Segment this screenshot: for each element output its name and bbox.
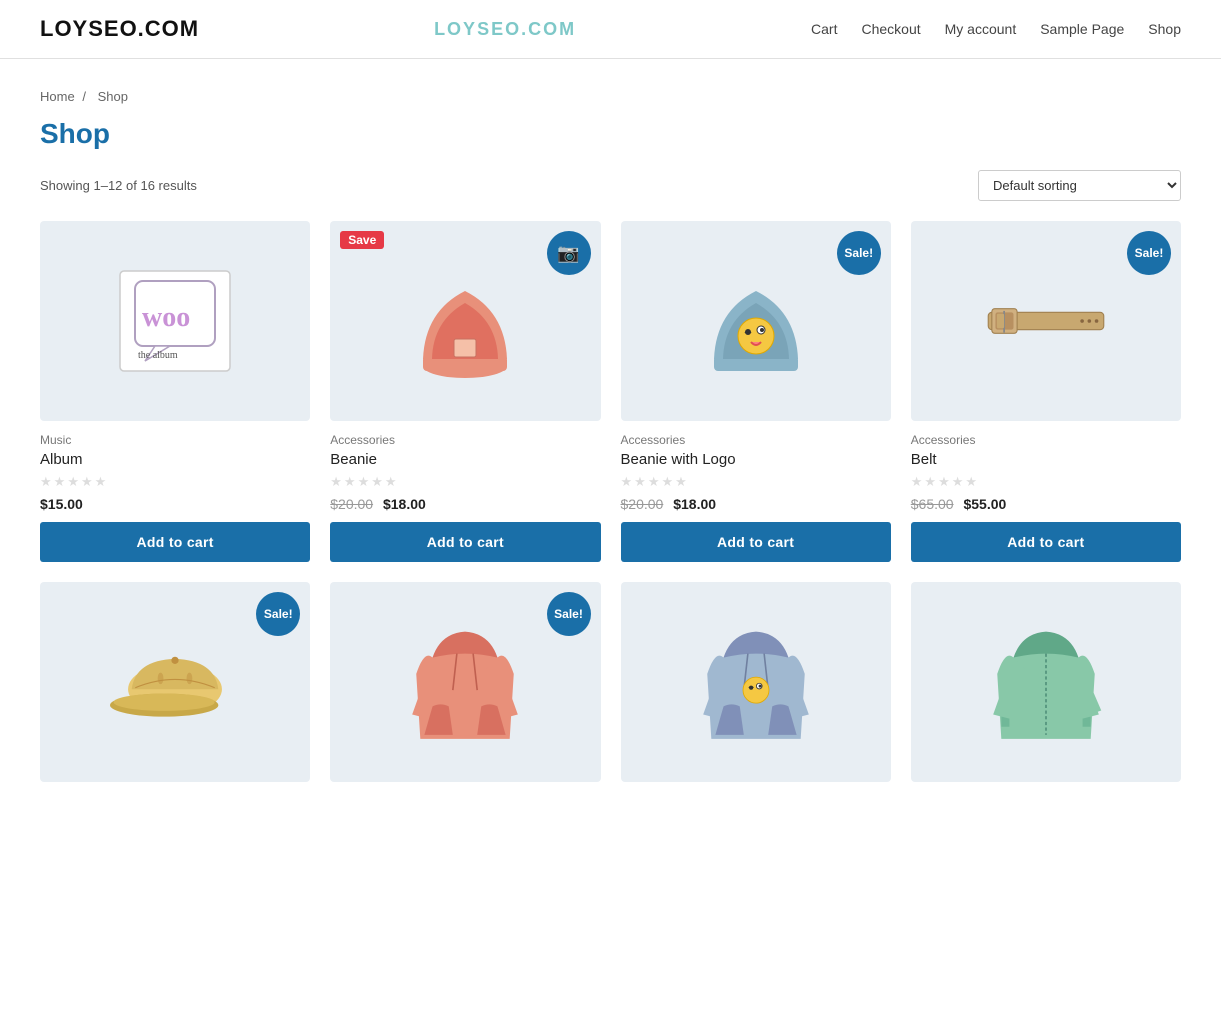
product-card: Save 📷 Accessories Beanie ★★★★★ $20.00 [330,221,600,562]
product-category: Accessories [330,433,600,447]
product-image-cap: Sale! [40,582,310,782]
product-price: $15.00 [40,496,310,512]
star-1: ★ [40,474,52,490]
add-to-cart-button[interactable]: Add to cart [40,522,310,562]
breadcrumb-current: Shop [98,89,128,104]
add-to-cart-button[interactable]: Add to cart [621,522,891,562]
nav-checkout[interactable]: Checkout [861,21,920,37]
product-image-album: woo the album [40,221,310,421]
product-card [911,582,1181,794]
product-grid: woo the album Music Album ★ ★ ★ ★ ★ $15.… [40,221,1181,794]
product-card: Sale! [330,582,600,794]
product-price: $20.00 $18.00 [621,496,891,512]
sale-badge: Sale! [837,231,881,275]
breadcrumb-home[interactable]: Home [40,89,75,104]
product-category: Music [40,433,310,447]
breadcrumb-separator: / [82,89,86,104]
shop-toolbar: Showing 1–12 of 16 results Default sorti… [40,170,1181,201]
nav-cart[interactable]: Cart [811,21,837,37]
sale-badge: Sale! [547,592,591,636]
breadcrumb: Home / Shop [40,89,1181,104]
product-price: $65.00 $55.00 [911,496,1181,512]
product-name: Album [40,451,310,468]
sort-select[interactable]: Default sorting Sort by popularity Sort … [978,170,1181,201]
product-card: Sale! Accessories Be [621,221,891,562]
results-count: Showing 1–12 of 16 results [40,178,197,193]
product-category: Accessories [621,433,891,447]
product-card [621,582,891,794]
product-image-beanie: Save 📷 [330,221,600,421]
site-header: LOYSEO.COM LOYSEO.COM Cart Checkout My a… [0,0,1221,59]
product-category: Accessories [911,433,1181,447]
save-badge: Save [340,231,384,249]
product-price: $20.00 $18.00 [330,496,600,512]
nav-myaccount[interactable]: My account [945,21,1017,37]
product-rating: ★★★★★ [330,474,600,490]
sale-badge: Sale! [256,592,300,636]
product-rating: ★★★★★ [911,474,1181,490]
main-nav: Cart Checkout My account Sample Page Sho… [811,21,1181,37]
product-rating: ★★★★★ [621,474,891,490]
product-card: Sale! Accessories Be [911,221,1181,562]
product-name: Belt [911,451,1181,468]
product-image-belt: Sale! [911,221,1181,421]
star-5: ★ [95,474,107,490]
camera-badge: 📷 [547,231,591,275]
star-2: ★ [54,474,66,490]
product-rating: ★ ★ ★ ★ ★ [40,474,310,490]
product-name: Beanie [330,451,600,468]
star-4: ★ [81,474,93,490]
product-card: woo the album Music Album ★ ★ ★ ★ ★ $15.… [40,221,310,562]
nav-sample-page[interactable]: Sample Page [1040,21,1124,37]
add-to-cart-button[interactable]: Add to cart [911,522,1181,562]
page-title: Shop [40,118,1181,150]
product-image-beanie-logo: Sale! [621,221,891,421]
svg-text:the album: the album [138,350,178,361]
product-name: Beanie with Logo [621,451,891,468]
product-image-hoodie-green [911,582,1181,782]
main-content: Home / Shop Shop Showing 1–12 of 16 resu… [0,59,1221,824]
add-to-cart-button[interactable]: Add to cart [330,522,600,562]
sale-badge: Sale! [1127,231,1171,275]
product-image-hoodie-blue [621,582,891,782]
site-center-logo: LOYSEO.COM [434,19,576,40]
star-3: ★ [67,474,79,490]
svg-text:woo: woo [142,302,190,333]
site-logo: LOYSEO.COM [40,16,199,42]
nav-shop[interactable]: Shop [1148,21,1181,37]
product-card: Sale! [40,582,310,794]
product-image-hoodie-pink: Sale! [330,582,600,782]
